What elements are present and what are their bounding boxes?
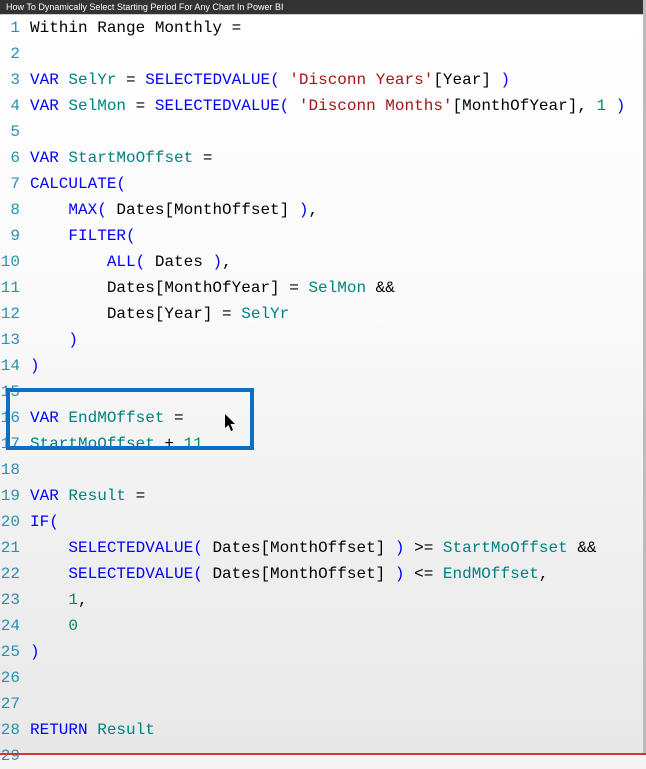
code-content[interactable]: 0 bbox=[30, 617, 646, 635]
code-line[interactable]: 5 bbox=[0, 119, 646, 145]
code-content[interactable]: IF( bbox=[30, 513, 646, 531]
code-content[interactable]: Dates[MonthOfYear] = SelMon && bbox=[30, 279, 646, 297]
line-number: 6 bbox=[0, 149, 30, 167]
code-content[interactable]: ) bbox=[30, 643, 646, 661]
code-content[interactable]: StartMoOffset + 11 bbox=[30, 435, 646, 453]
code-line[interactable]: 27 bbox=[0, 691, 646, 717]
code-line[interactable]: 6VAR StartMoOffset = bbox=[0, 145, 646, 171]
code-content[interactable]: VAR SelYr = SELECTEDVALUE( 'Disconn Year… bbox=[30, 71, 646, 89]
code-content[interactable]: CALCULATE( bbox=[30, 175, 646, 193]
code-line[interactable]: 28RETURN Result bbox=[0, 717, 646, 743]
code-content[interactable]: VAR StartMoOffset = bbox=[30, 149, 646, 167]
code-content[interactable]: RETURN Result bbox=[30, 721, 646, 739]
line-number: 3 bbox=[0, 71, 30, 89]
code-content[interactable]: SELECTEDVALUE( Dates[MonthOffset] ) <= E… bbox=[30, 565, 646, 583]
code-line[interactable]: 21 SELECTEDVALUE( Dates[MonthOffset] ) >… bbox=[0, 535, 646, 561]
line-number: 19 bbox=[0, 487, 30, 505]
code-content[interactable]: 1, bbox=[30, 591, 646, 609]
code-content[interactable]: ) bbox=[30, 357, 646, 375]
code-line[interactable]: 23 1, bbox=[0, 587, 646, 613]
line-number: 24 bbox=[0, 617, 30, 635]
code-line[interactable]: 20IF( bbox=[0, 509, 646, 535]
code-content[interactable]: ) bbox=[30, 331, 646, 349]
line-number: 13 bbox=[0, 331, 30, 349]
line-number: 1 bbox=[0, 19, 30, 37]
line-number: 10 bbox=[0, 253, 30, 271]
code-line[interactable]: 24 0 bbox=[0, 613, 646, 639]
line-number: 16 bbox=[0, 409, 30, 427]
line-number: 5 bbox=[0, 123, 30, 141]
line-number: 26 bbox=[0, 669, 30, 687]
code-line[interactable]: 12 Dates[Year] = SelYr bbox=[0, 301, 646, 327]
window-title: How To Dynamically Select Starting Perio… bbox=[6, 2, 283, 12]
line-number: 20 bbox=[0, 513, 30, 531]
line-number: 18 bbox=[0, 461, 30, 479]
code-content[interactable]: Dates[Year] = SelYr bbox=[30, 305, 646, 323]
code-content[interactable]: VAR EndMOffset = bbox=[30, 409, 646, 427]
code-line[interactable]: 3VAR SelYr = SELECTEDVALUE( 'Disconn Yea… bbox=[0, 67, 646, 93]
code-line[interactable]: 17StartMoOffset + 11 bbox=[0, 431, 646, 457]
code-content[interactable]: ALL( Dates ), bbox=[30, 253, 646, 271]
line-number: 22 bbox=[0, 565, 30, 583]
code-line[interactable]: 11 Dates[MonthOfYear] = SelMon && bbox=[0, 275, 646, 301]
line-number: 4 bbox=[0, 97, 30, 115]
code-line[interactable]: 13 ) bbox=[0, 327, 646, 353]
line-number: 23 bbox=[0, 591, 30, 609]
code-content[interactable]: VAR Result = bbox=[30, 487, 646, 505]
line-number: 17 bbox=[0, 435, 30, 453]
code-line[interactable]: 14) bbox=[0, 353, 646, 379]
line-number: 25 bbox=[0, 643, 30, 661]
line-number: 27 bbox=[0, 695, 30, 713]
line-number: 7 bbox=[0, 175, 30, 193]
code-content[interactable]: FILTER( bbox=[30, 227, 646, 245]
code-line[interactable]: 8 MAX( Dates[MonthOffset] ), bbox=[0, 197, 646, 223]
code-editor[interactable]: 1Within Range Monthly =23VAR SelYr = SEL… bbox=[0, 14, 646, 755]
code-line[interactable]: 7CALCULATE( bbox=[0, 171, 646, 197]
code-line[interactable]: 22 SELECTEDVALUE( Dates[MonthOffset] ) <… bbox=[0, 561, 646, 587]
code-line[interactable]: 25) bbox=[0, 639, 646, 665]
code-line[interactable]: 9 FILTER( bbox=[0, 223, 646, 249]
code-line[interactable]: 18 bbox=[0, 457, 646, 483]
code-line[interactable]: 10 ALL( Dates ), bbox=[0, 249, 646, 275]
line-number: 9 bbox=[0, 227, 30, 245]
code-content[interactable]: Within Range Monthly = bbox=[30, 19, 646, 37]
line-number: 11 bbox=[0, 279, 30, 297]
line-number: 29 bbox=[0, 747, 30, 765]
code-content[interactable]: MAX( Dates[MonthOffset] ), bbox=[30, 201, 646, 219]
code-line[interactable]: 2 bbox=[0, 41, 646, 67]
line-number: 2 bbox=[0, 45, 30, 63]
code-content[interactable]: SELECTEDVALUE( Dates[MonthOffset] ) >= S… bbox=[30, 539, 646, 557]
code-line[interactable]: 15 bbox=[0, 379, 646, 405]
line-number: 12 bbox=[0, 305, 30, 323]
code-line[interactable]: 19VAR Result = bbox=[0, 483, 646, 509]
code-line[interactable]: 16VAR EndMOffset = bbox=[0, 405, 646, 431]
line-number: 21 bbox=[0, 539, 30, 557]
line-number: 14 bbox=[0, 357, 30, 375]
code-content[interactable]: VAR SelMon = SELECTEDVALUE( 'Disconn Mon… bbox=[30, 97, 646, 115]
code-line[interactable]: 26 bbox=[0, 665, 646, 691]
code-line[interactable]: 4VAR SelMon = SELECTEDVALUE( 'Disconn Mo… bbox=[0, 93, 646, 119]
line-number: 28 bbox=[0, 721, 30, 739]
window-title-bar: How To Dynamically Select Starting Perio… bbox=[0, 0, 646, 14]
line-number: 8 bbox=[0, 201, 30, 219]
code-line[interactable]: 1Within Range Monthly = bbox=[0, 15, 646, 41]
line-number: 15 bbox=[0, 383, 30, 401]
code-line[interactable]: 29 bbox=[0, 743, 646, 769]
